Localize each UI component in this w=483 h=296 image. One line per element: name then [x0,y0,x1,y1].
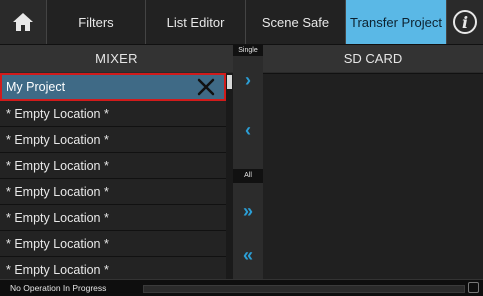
sdcard-title: SD CARD [343,51,403,66]
status-bar: No Operation In Progress [0,279,483,296]
list-item-label: * Empty Location * [6,106,109,121]
transfer-all-right-button[interactable]: » [233,193,263,229]
list-item-label: * Empty Location * [6,132,109,147]
tab-label: Transfer Project [350,14,442,30]
list-item[interactable]: * Empty Location * [0,153,226,179]
chevron-right-icon: › [245,69,251,90]
mixer-header: MIXER [0,45,233,73]
status-text: No Operation In Progress [10,283,107,293]
list-item[interactable]: * Empty Location * [0,101,226,127]
tab-filters[interactable]: Filters [47,0,146,44]
single-label: Single [233,45,263,56]
list-item-label: * Empty Location * [6,158,109,173]
double-chevron-right-icon: » [242,200,253,221]
list-item-selected[interactable]: My Project [0,73,226,101]
list-item[interactable]: * Empty Location * [0,257,226,279]
list-item[interactable]: * Empty Location * [0,231,226,257]
mixer-project-list[interactable]: My Project * Empty Location * * Empty Lo… [0,73,226,279]
list-item-label: * Empty Location * [6,210,109,225]
tab-list-editor[interactable]: List Editor [146,0,246,44]
list-item-label: * Empty Location * [6,184,109,199]
tab-transfer-project[interactable]: Transfer Project [346,0,447,44]
resize-icon [468,282,479,293]
all-label: All [233,169,263,183]
sdcard-file-list[interactable] [263,74,483,279]
list-item-label: * Empty Location * [6,262,109,277]
progress-bar [143,285,465,293]
double-chevron-left-icon: « [242,244,253,265]
scroll-thumb[interactable] [227,75,232,89]
transfer-single-left-button[interactable]: ‹ [233,110,263,150]
list-item[interactable]: * Empty Location * [0,127,226,153]
top-nav-bar: Filters List Editor Scene Safe Transfer … [0,0,483,44]
mixer-scrollbar[interactable] [226,73,233,279]
info-symbol: i [462,13,468,32]
transfer-controls: Single › ‹ All » « [233,45,263,279]
chevron-left-icon: ‹ [245,119,251,140]
transfer-all-left-button[interactable]: « [233,237,263,273]
sdcard-header: SD CARD [263,45,483,73]
tab-scene-safe[interactable]: Scene Safe [246,0,346,44]
list-item-label: My Project [6,80,66,94]
list-item[interactable]: * Empty Location * [0,179,226,205]
info-button[interactable]: i [447,0,483,44]
close-icon[interactable] [196,77,216,97]
tab-label: Filters [78,14,114,30]
transfer-single-right-button[interactable]: › [233,65,263,95]
info-icon: i [453,10,477,34]
mixer-title: MIXER [95,51,138,66]
list-item-label: * Empty Location * [6,236,109,251]
home-button[interactable] [0,0,47,44]
list-item[interactable]: * Empty Location * [0,205,226,231]
tab-label: List Editor [166,14,225,30]
tab-label: Scene Safe [261,14,330,30]
home-icon [13,13,33,31]
